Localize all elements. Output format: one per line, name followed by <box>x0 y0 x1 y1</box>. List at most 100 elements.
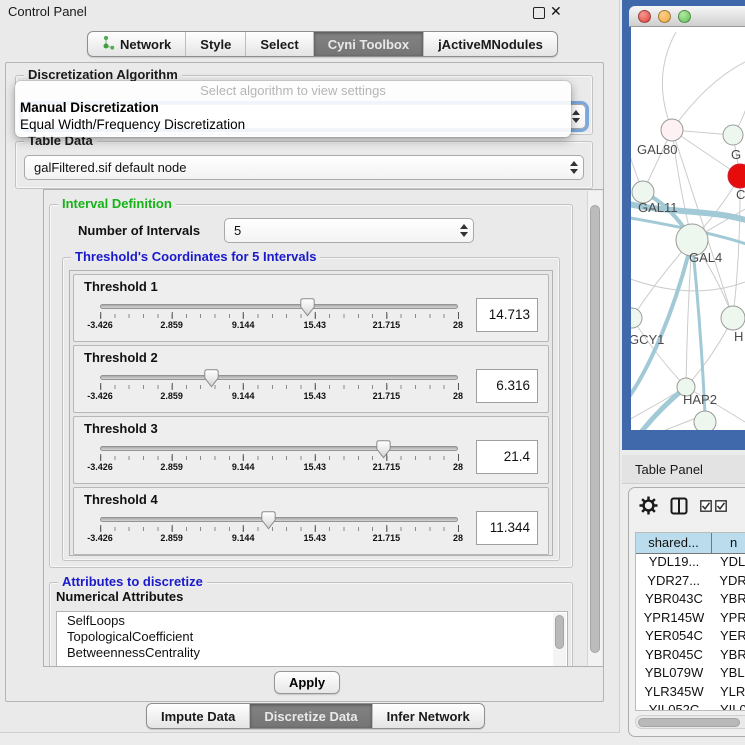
network-view-window[interactable]: GAL80 G C GAL11 GAL4 GCY1 H HAP2 <box>622 0 745 450</box>
tab-jactivemnodules-label: jActiveMNodules <box>438 37 543 52</box>
table-row[interactable]: YDR27...YDR2 <box>636 573 745 592</box>
checkbox-icon[interactable] <box>715 500 727 515</box>
cell[interactable]: YDL19... <box>636 554 712 573</box>
table-header-row: shared... n <box>636 533 745 554</box>
scrollbar-thumb[interactable] <box>590 205 600 653</box>
table-horizontal-scrollbar[interactable] <box>635 715 745 729</box>
cell[interactable]: YIL0 <box>712 702 745 711</box>
number-of-intervals-combobox[interactable]: 5 <box>224 218 474 243</box>
network-window-titlebar[interactable] <box>629 6 745 27</box>
tab-network[interactable]: Network <box>88 32 186 56</box>
algorithm-option-manual[interactable]: Manual Discretization <box>20 100 159 115</box>
settings-scrollbar[interactable] <box>587 191 602 667</box>
list-item[interactable]: BetweennessCentrality <box>57 644 567 660</box>
list-item[interactable]: TopologicalCoefficient <box>57 628 567 644</box>
attributes-group: Attributes to discretize Numerical Attri… <box>49 582 573 667</box>
tab-impute-data[interactable]: Impute Data <box>147 704 250 728</box>
threshold-4-value-field[interactable]: 11.344 <box>476 511 538 545</box>
table-panel-toolbar <box>639 496 727 518</box>
cell[interactable]: YBR0 <box>712 591 745 610</box>
list-scrollbar[interactable] <box>553 613 566 667</box>
cell[interactable]: YDL1 <box>712 554 745 573</box>
cell[interactable]: YDR27... <box>636 573 711 592</box>
split-columns-icon[interactable] <box>670 497 688 518</box>
cell[interactable]: YBL0 <box>712 665 745 684</box>
close-icon[interactable]: ✕ <box>550 3 562 20</box>
float-window-icon[interactable] <box>533 7 545 19</box>
cell[interactable]: YPR145W <box>636 610 712 629</box>
table-row[interactable]: YBR043CYBR0 <box>636 591 745 610</box>
threshold-3-value-field[interactable]: 21.4 <box>476 440 538 474</box>
threshold-2-value-field[interactable]: 6.316 <box>476 369 538 403</box>
apply-button[interactable]: Apply <box>274 671 340 694</box>
threshold-1-value-field[interactable]: 14.713 <box>476 298 538 332</box>
node-gcy1[interactable] <box>631 308 642 328</box>
list-item[interactable]: SelfLoops <box>57 612 567 628</box>
table-row[interactable]: YIL052CYIL0 <box>636 702 745 711</box>
tick-label: 15.43 <box>304 320 327 330</box>
numerical-attributes-list[interactable]: SelfLoops TopologicalCoefficient Between… <box>56 611 568 667</box>
threshold-4-slider[interactable]: -3.426 2.859 9.144 15.43 21.715 28 <box>100 510 458 550</box>
threshold-3-slider[interactable]: -3.426 2.859 9.144 15.43 21.715 28 <box>100 439 458 479</box>
table-row[interactable]: YBL079WYBL0 <box>636 665 745 684</box>
table-row[interactable]: YER054CYER0 <box>636 628 745 647</box>
threshold-4-panel: Threshold 4 -3.426 2.859 9.144 <box>73 487 549 555</box>
network-canvas[interactable]: GAL80 G C GAL11 GAL4 GCY1 H HAP2 <box>631 27 745 430</box>
cell[interactable]: YDR2 <box>711 573 745 592</box>
table-row[interactable]: YPR145WYPR1 <box>636 610 745 629</box>
scrollbar-thumb[interactable] <box>638 718 740 727</box>
cell[interactable]: YER0 <box>712 628 745 647</box>
number-of-intervals-label: Number of Intervals <box>78 223 200 238</box>
node-g[interactable] <box>723 125 743 145</box>
cell[interactable]: YPR1 <box>712 610 745 629</box>
node-h[interactable] <box>721 306 745 330</box>
column-header-shared-name[interactable]: shared... <box>636 533 712 553</box>
tab-cyni-toolbox-label: Cyni Toolbox <box>328 37 409 52</box>
cell[interactable]: YER054C <box>636 628 712 647</box>
slider-track <box>100 446 458 451</box>
interval-definition-group-title: Interval Definition <box>58 196 176 211</box>
tab-jactivemnodules[interactable]: jActiveMNodules <box>424 32 557 56</box>
cell[interactable]: YBR043C <box>636 591 712 610</box>
tab-select[interactable]: Select <box>246 32 313 56</box>
scrollbar-thumb[interactable] <box>555 615 564 649</box>
tab-cyni-toolbox[interactable]: Cyni Toolbox <box>314 32 424 56</box>
threshold-1-panel: Threshold 1 -3.426 2.859 9.144 <box>73 274 549 342</box>
table-row[interactable]: YDL19...YDL1 <box>636 554 745 573</box>
table-row[interactable]: YBR045CYBR0 <box>636 647 745 666</box>
cell[interactable]: YBR0 <box>712 647 745 666</box>
tab-discretize-data[interactable]: Discretize Data <box>250 704 372 728</box>
cell[interactable]: YIL052C <box>636 702 712 711</box>
cell[interactable]: YBL079W <box>636 665 712 684</box>
table-data-combobox-value: galFiltered.sif default node <box>25 160 565 175</box>
settings-gear-icon[interactable] <box>639 496 658 518</box>
node-bottom[interactable] <box>694 411 716 430</box>
attributes-group-title: Attributes to discretize <box>58 574 207 589</box>
settings-scrollpane: Interval Definition Number of Intervals … <box>43 189 604 667</box>
threshold-3-label: Threshold 3 <box>84 421 538 436</box>
cell[interactable]: YLR345W <box>636 684 712 703</box>
network-graph: GAL80 G C GAL11 GAL4 GCY1 H HAP2 <box>631 27 745 430</box>
close-traffic-light-icon[interactable] <box>638 10 651 23</box>
node-red[interactable] <box>728 164 745 188</box>
control-panel-window: Control Panel ✕ Network Style Select Cyn… <box>0 0 620 733</box>
table-row[interactable]: YLR345WYLR3 <box>636 684 745 703</box>
cell[interactable]: YLR3 <box>712 684 745 703</box>
threshold-2-slider[interactable]: -3.426 2.859 9.144 15.43 21.715 28 <box>100 368 458 408</box>
checkbox-icon[interactable] <box>700 500 712 515</box>
minimize-traffic-light-icon[interactable] <box>658 10 671 23</box>
node-label: GAL80 <box>637 142 677 157</box>
tab-discretize-data-label: Discretize Data <box>264 709 357 724</box>
cell[interactable]: YBR045C <box>636 647 712 666</box>
tab-infer-network[interactable]: Infer Network <box>373 704 484 728</box>
algorithm-dropdown-popup: Select algorithm to view settings Manual… <box>15 81 571 137</box>
slider-track <box>100 304 458 309</box>
threshold-1-slider[interactable]: -3.426 2.859 9.144 15.43 21.715 28 <box>100 297 458 337</box>
node-gal80[interactable] <box>661 119 683 141</box>
zoom-traffic-light-icon[interactable] <box>678 10 691 23</box>
network-icon <box>102 35 115 53</box>
tab-style[interactable]: Style <box>186 32 246 56</box>
column-header-name[interactable]: n <box>712 533 745 553</box>
table-data-combobox[interactable]: galFiltered.sif default node <box>24 155 584 180</box>
algorithm-option-equal-width[interactable]: Equal Width/Frequency Discretization <box>20 117 245 132</box>
